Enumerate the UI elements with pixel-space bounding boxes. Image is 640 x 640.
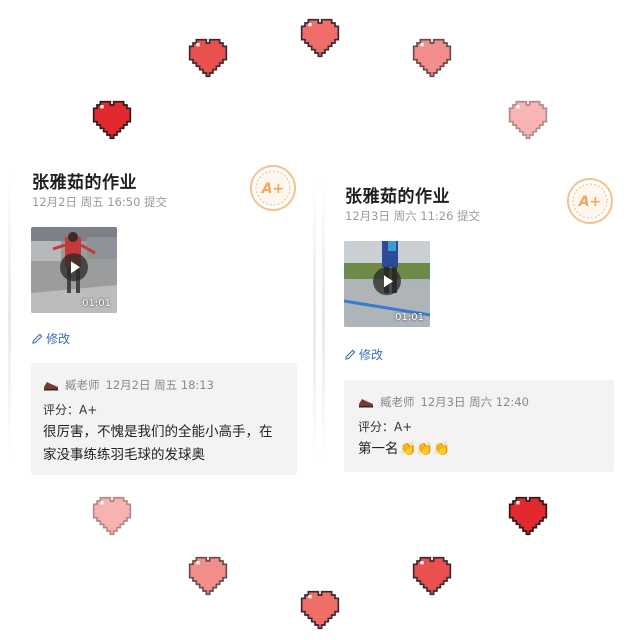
comment-time: 12月2日 周五 18:13 [105, 378, 214, 392]
heart-left-lower-icon [90, 496, 134, 536]
heart-top-center-icon [298, 18, 342, 58]
comment-line: 家没事练练羽毛球的发球奥 [43, 447, 205, 463]
comment-time: 12月3日 周六 12:40 [420, 395, 529, 409]
heart-left-upper-icon [90, 100, 134, 140]
heart-bottom-center-icon [298, 590, 342, 630]
play-icon[interactable] [60, 253, 88, 282]
submission-card: 张雅茹的作业 12月2日 周五 16:50 提交 A+ 01:01 修改 臧老师… [14, 150, 310, 480]
submission-time: 12月3日 周六 11:26 提交 [345, 209, 481, 223]
play-icon[interactable] [373, 267, 401, 296]
submission-time: 12月2日 周五 16:50 提交 [32, 195, 168, 209]
teacher-name: 臧老师 [65, 378, 100, 392]
submission-title: 张雅茹的作业 [345, 187, 450, 207]
heart-right-upper-icon [506, 100, 550, 140]
heart-top-right-icon [410, 38, 454, 78]
comment-text: 第一名👏👏👏 [358, 438, 608, 461]
teacher-comment: 臧老师 12月3日 周六 12:40 评分：A+ 第一名👏👏👏 [344, 380, 614, 472]
comment-score: 评分：A+ [358, 420, 413, 434]
submission-title: 张雅茹的作业 [32, 173, 137, 193]
heart-bottom-left-icon [186, 556, 230, 596]
grade-badge-icon: A+ [566, 177, 614, 225]
video-duration: 01:01 [395, 312, 424, 323]
edit-link[interactable]: 修改 [345, 346, 383, 363]
shoe-avatar-icon [44, 382, 58, 391]
svg-text:A+: A+ [261, 181, 285, 197]
teacher-name: 臧老师 [380, 395, 415, 409]
comment-score: 评分：A+ [43, 403, 98, 417]
comment-text: 很厉害，不愧是我们的全能小高手，在 家没事练练羽毛球的发球奥 [43, 421, 293, 467]
video-thumbnail[interactable]: 01:01 [31, 227, 117, 313]
shoe-avatar-icon [359, 399, 373, 408]
edit-label: 修改 [46, 332, 71, 346]
video-duration: 01:01 [82, 298, 111, 309]
video-thumbnail[interactable]: 01:01 [344, 241, 430, 327]
heart-right-lower-icon [506, 496, 550, 536]
svg-text:A+: A+ [578, 194, 602, 210]
card-left-edge [8, 170, 11, 460]
edit-link[interactable]: 修改 [32, 330, 70, 347]
pencil-icon [32, 333, 43, 344]
submission-card: 张雅茹的作业 12月3日 周六 11:26 提交 A+ 01:01 修改 臧老师… [330, 165, 626, 485]
comment-header: 臧老师 12月2日 周五 18:13 [43, 377, 214, 393]
comment-header: 臧老师 12月3日 周六 12:40 [358, 394, 529, 410]
pencil-icon [345, 349, 356, 360]
heart-bottom-right-icon [410, 556, 454, 596]
comment-line: 第一名 [358, 441, 399, 457]
clapping-hands-icon: 👏👏👏 [399, 441, 450, 457]
card-right-edge [322, 180, 325, 460]
edit-label: 修改 [359, 348, 384, 362]
teacher-comment: 臧老师 12月2日 周五 18:13 评分：A+ 很厉害，不愧是我们的全能小高手… [31, 363, 297, 475]
comment-line: 很厉害，不愧是我们的全能小高手，在 [43, 424, 273, 440]
heart-top-left-icon [186, 38, 230, 78]
card-left-right-edge [313, 180, 316, 460]
grade-badge-icon: A+ [249, 164, 297, 212]
